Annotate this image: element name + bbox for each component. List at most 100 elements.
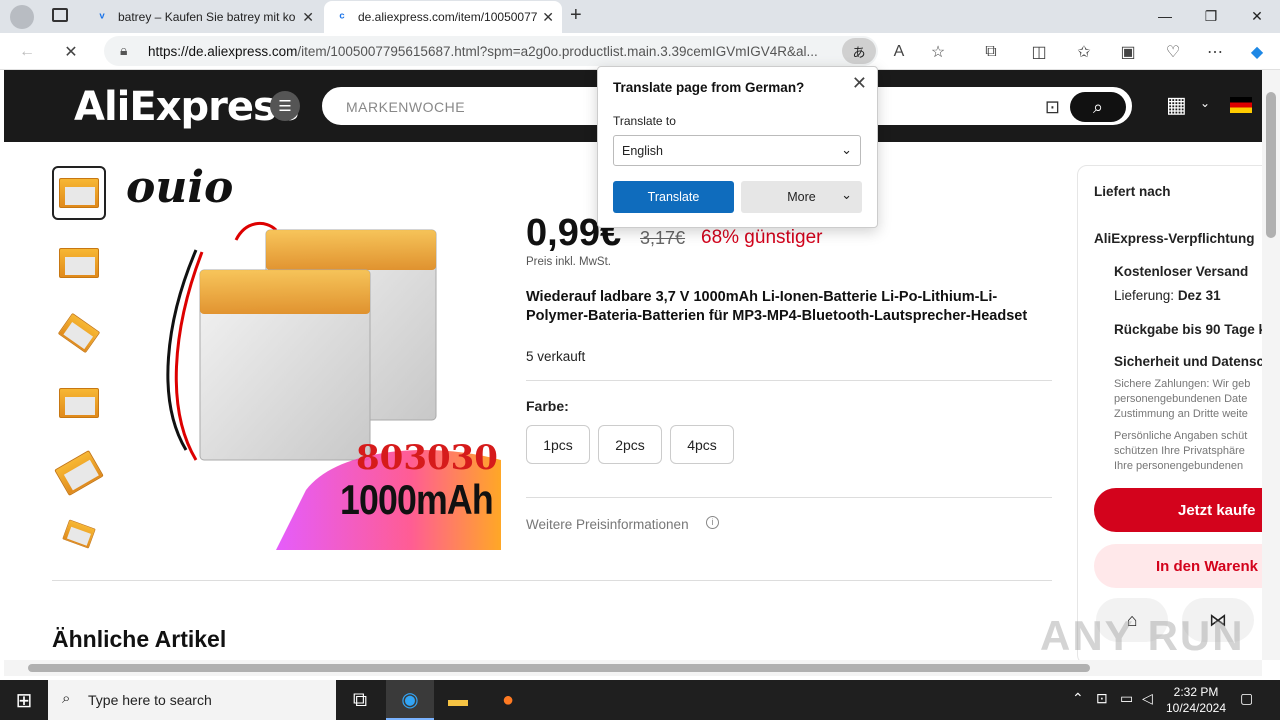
lock-icon[interactable]: 🔒︎ bbox=[120, 42, 127, 59]
delivery-label: Lieferung: bbox=[1114, 288, 1175, 303]
more-price-info-link[interactable]: Weitere Preisinformationen bbox=[526, 517, 689, 532]
color-label: Farbe: bbox=[526, 398, 569, 414]
split-screen-icon[interactable]: ◫ bbox=[1026, 39, 1052, 65]
option-4pcs[interactable]: 4pcs bbox=[670, 425, 734, 464]
divider bbox=[52, 580, 1052, 581]
favorite-star-icon[interactable]: ☆ bbox=[925, 39, 951, 65]
task-view-icon[interactable]: ⧉ bbox=[336, 680, 384, 720]
edge-browser-icon[interactable]: ◉ bbox=[386, 680, 434, 720]
minimize-button[interactable]: — bbox=[1142, 0, 1188, 32]
vertical-scrollbar[interactable] bbox=[1262, 70, 1280, 660]
close-window-button[interactable]: ✕ bbox=[1234, 0, 1280, 32]
browser-essentials-icon[interactable]: ♡ bbox=[1160, 39, 1186, 65]
gallery-thumbnail[interactable] bbox=[52, 166, 106, 220]
loading-favicon-icon: ᶜ bbox=[339, 9, 345, 25]
more-options-button[interactable]: More ⌄ bbox=[741, 181, 862, 213]
clock-time: 2:32 PM bbox=[1173, 685, 1219, 699]
network-icon[interactable]: ⊡ bbox=[1096, 690, 1108, 707]
collections-icon[interactable]: ▣ bbox=[1115, 39, 1141, 65]
camera-search-icon[interactable]: ⊡ bbox=[1045, 97, 1060, 118]
info-icon[interactable]: i bbox=[706, 516, 719, 529]
delivery-info: Lieferung: Dez 31 bbox=[1114, 288, 1221, 303]
gallery-thumbnail[interactable] bbox=[52, 306, 106, 360]
read-aloud-icon[interactable]: A bbox=[886, 39, 912, 65]
option-1pcs[interactable]: 1pcs bbox=[526, 425, 590, 464]
search-button[interactable]: ⌕ bbox=[1070, 92, 1126, 122]
url-path: /item/1005007795615687.html?spm=a2g0o.pr… bbox=[297, 43, 818, 59]
translate-popup-title: Translate page from German? bbox=[613, 80, 805, 95]
horizontal-scrollbar[interactable] bbox=[4, 660, 1262, 676]
translate-popup: Translate page from German? ✕ Translate … bbox=[597, 66, 878, 228]
watermark: ANY RUN bbox=[1040, 612, 1245, 659]
maximize-button[interactable]: ❐ bbox=[1188, 0, 1234, 32]
system-clock[interactable]: 2:32 PM 10/24/2024 bbox=[1160, 684, 1232, 716]
chevron-down-icon: ⌄ bbox=[841, 187, 852, 202]
ships-to-label[interactable]: Liefert nach bbox=[1094, 184, 1171, 199]
tab-actions-icon[interactable] bbox=[52, 8, 68, 22]
privacy-text: schützen Ihre Privatsphäre bbox=[1114, 445, 1245, 457]
windows-start-icon[interactable]: ⊞ bbox=[0, 680, 48, 720]
more-menu-icon[interactable]: ⋯ bbox=[1202, 39, 1228, 65]
privacy-text: Ihre personengebundenen bbox=[1114, 460, 1244, 472]
battery-thumbnail-icon bbox=[62, 519, 96, 549]
aliexpress-favicon-icon: ᵛ bbox=[99, 9, 105, 25]
taskbar-search-input[interactable]: Type here to search bbox=[88, 692, 212, 708]
profile-avatar[interactable] bbox=[10, 5, 34, 29]
close-tab-icon[interactable]: ✕ bbox=[302, 9, 314, 26]
chevron-down-icon: ⌄ bbox=[841, 142, 852, 157]
category-menu-button[interactable]: ☰ bbox=[270, 91, 300, 121]
image-model-label: 803030 bbox=[356, 438, 498, 478]
option-2pcs[interactable]: 2pcs bbox=[598, 425, 662, 464]
stop-loading-icon[interactable]: ✕ bbox=[58, 39, 84, 65]
similar-items-heading: Ähnliche Artikel bbox=[52, 626, 227, 652]
battery-thumbnail-icon bbox=[59, 178, 99, 208]
tab-title: batrey – Kaufen Sie batrey mit ko bbox=[118, 10, 296, 24]
search-input[interactable]: MARKENWOCHE bbox=[346, 99, 465, 115]
new-tab-button[interactable]: + bbox=[570, 4, 582, 27]
close-icon[interactable]: ✕ bbox=[852, 73, 867, 94]
gallery-thumbnail[interactable] bbox=[52, 516, 106, 552]
back-icon[interactable]: ← bbox=[14, 39, 40, 65]
gallery-thumbnail[interactable] bbox=[52, 446, 106, 500]
translate-icon[interactable]: あ bbox=[842, 38, 876, 64]
vat-note: Preis inkl. MwSt. bbox=[526, 256, 611, 268]
horizontal-scroll-thumb[interactable] bbox=[28, 664, 1090, 672]
notification-icon[interactable]: ▢ bbox=[1240, 690, 1253, 707]
vertical-scroll-thumb[interactable] bbox=[1266, 92, 1276, 238]
battery-thumbnail-icon bbox=[59, 388, 99, 418]
translate-button[interactable]: Translate bbox=[613, 181, 734, 213]
address-bar[interactable]: 🔒︎ https://de.aliexpress.com/item/100500… bbox=[104, 36, 878, 66]
tab-batrey[interactable]: ᵛ batrey – Kaufen Sie batrey mit ko ✕ bbox=[84, 1, 322, 33]
favorites-icon[interactable]: ✩ bbox=[1071, 39, 1097, 65]
firefox-icon[interactable]: ● bbox=[484, 680, 532, 720]
browser-toolbar: ← ✕ 🔒︎ https://de.aliexpress.com/item/10… bbox=[0, 33, 1280, 70]
german-flag-icon[interactable] bbox=[1230, 97, 1252, 113]
divider bbox=[526, 380, 1052, 381]
tab-aliexpress-item[interactable]: ᶜ de.aliexpress.com/item/10050077 ✕ bbox=[324, 1, 562, 33]
close-tab-icon[interactable]: ✕ bbox=[542, 9, 554, 26]
volume-icon[interactable]: ◁ bbox=[1142, 690, 1153, 707]
taskbar-search[interactable]: ⌕ Type here to search bbox=[48, 680, 336, 720]
extensions-icon[interactable]: ⧉ bbox=[978, 39, 1004, 65]
gallery-thumbnail[interactable] bbox=[52, 376, 106, 430]
aliexpress-logo[interactable]: AliExpress bbox=[74, 84, 300, 130]
security-heading: Sicherheit und Datensc bbox=[1114, 354, 1262, 369]
gallery-thumbnail[interactable] bbox=[52, 236, 106, 290]
buy-now-button[interactable]: Jetzt kaufe bbox=[1094, 488, 1262, 532]
security-text: personengebundenen Date bbox=[1114, 393, 1248, 405]
product-title: Wiederauf ladbare 3,7 V 1000mAh Li-Ionen… bbox=[526, 289, 1028, 324]
commitment-heading: AliExpress-Verpflichtung bbox=[1094, 231, 1255, 246]
translate-to-label: Translate to bbox=[613, 114, 676, 128]
clock-date: 10/24/2024 bbox=[1165, 701, 1227, 715]
tray-chevron-icon[interactable]: ⌃ bbox=[1072, 690, 1084, 707]
add-to-cart-button[interactable]: In den Warenk bbox=[1094, 544, 1262, 588]
qr-code-icon[interactable]: ▦ bbox=[1166, 92, 1192, 118]
language-select[interactable]: English ⌄ bbox=[613, 135, 861, 166]
security-text: Sichere Zahlungen: Wir geb bbox=[1114, 378, 1251, 390]
sold-count: 5 verkauft bbox=[526, 349, 586, 364]
discount-label: 68% günstiger bbox=[701, 227, 823, 248]
chevron-down-icon[interactable]: ⌄ bbox=[1200, 96, 1210, 110]
copilot-icon[interactable]: ◆ bbox=[1244, 39, 1270, 65]
display-icon[interactable]: ▭ bbox=[1120, 690, 1133, 707]
file-explorer-icon[interactable]: ▬ bbox=[434, 680, 482, 720]
